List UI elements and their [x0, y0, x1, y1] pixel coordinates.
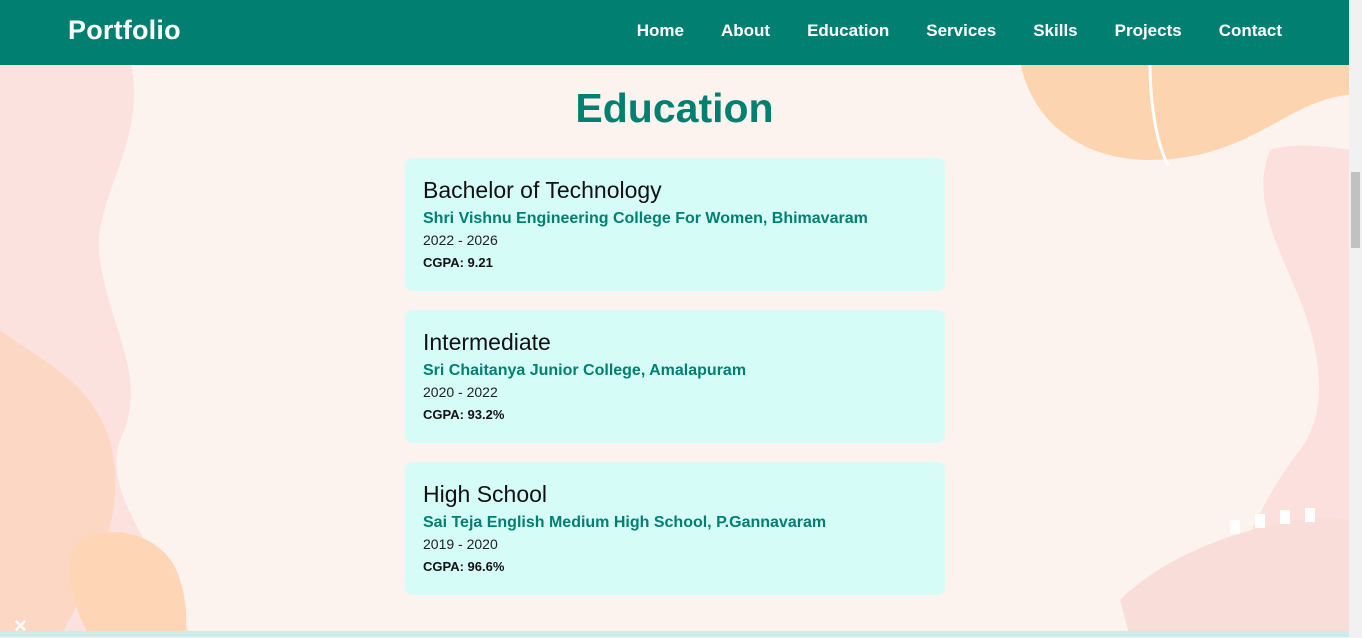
section-title: Education	[575, 85, 774, 131]
degree-title: Bachelor of Technology	[423, 177, 662, 203]
bottom-strip	[0, 631, 1349, 637]
degree-title: Intermediate	[423, 329, 551, 355]
score: CGPA: 93.2%	[423, 407, 505, 422]
education-list: Bachelor of Technology Shri Vishnu Engin…	[405, 158, 945, 614]
study-years: 2022 - 2026	[423, 232, 498, 248]
scrollbar-thumb[interactable]	[1351, 172, 1360, 248]
nav-about[interactable]: About	[721, 21, 770, 41]
nav-home[interactable]: Home	[637, 21, 684, 41]
nav-services[interactable]: Services	[926, 21, 996, 41]
site-header: Portfolio Home About Education Services …	[0, 0, 1349, 65]
institution-name: Sri Chaitanya Junior College, Amalapuram	[423, 362, 747, 379]
study-years: 2020 - 2022	[423, 384, 498, 400]
education-card: Intermediate Sri Chaitanya Junior Colleg…	[405, 310, 945, 443]
main-nav: Home About Education Services Skills Pro…	[600, 21, 1282, 41]
education-card: High School Sai Teja English Medium High…	[405, 462, 945, 595]
study-years: 2019 - 2020	[423, 536, 498, 552]
nav-projects[interactable]: Projects	[1115, 21, 1182, 41]
brand-logo[interactable]: Portfolio	[68, 15, 181, 46]
nav-contact[interactable]: Contact	[1219, 21, 1282, 41]
nav-education[interactable]: Education	[807, 21, 889, 41]
institution-name: Shri Vishnu Engineering College For Wome…	[423, 210, 868, 227]
close-icon[interactable]: ×	[14, 615, 27, 637]
score: CGPA: 9.21	[423, 255, 493, 270]
education-card: Bachelor of Technology Shri Vishnu Engin…	[405, 158, 945, 291]
vertical-scrollbar[interactable]	[1349, 0, 1362, 637]
institution-name: Sai Teja English Medium High School, P.G…	[423, 514, 827, 531]
degree-title: High School	[423, 481, 548, 507]
nav-skills[interactable]: Skills	[1033, 21, 1077, 41]
score: CGPA: 96.6%	[423, 559, 505, 574]
